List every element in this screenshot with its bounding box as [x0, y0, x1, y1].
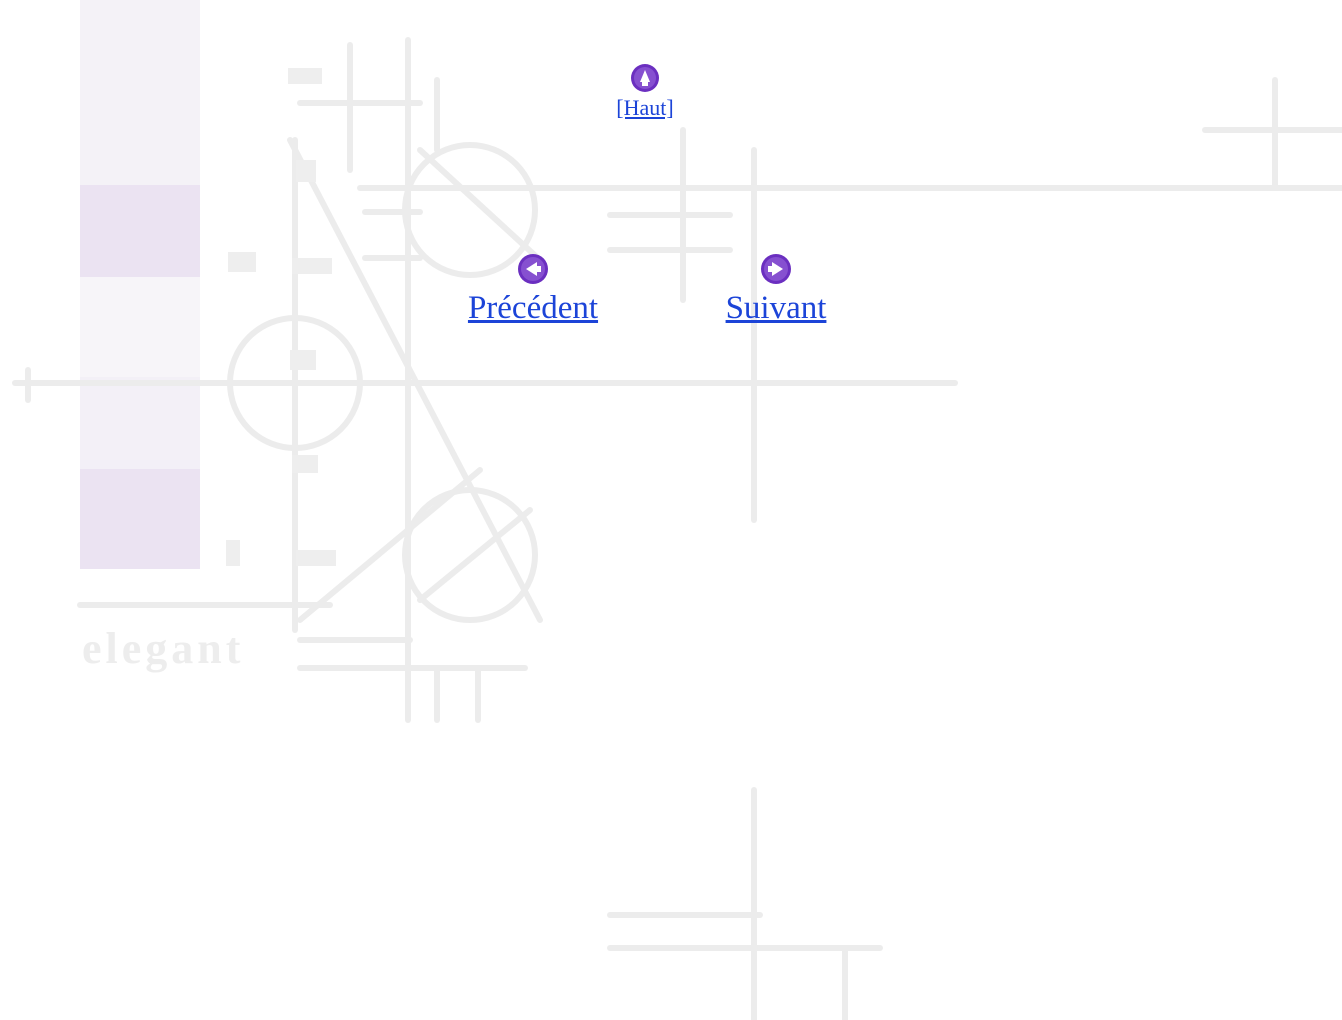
right-arrow-icon [761, 254, 791, 284]
previous-link[interactable]: Précédent [450, 252, 616, 325]
watermark-logo: elegant [82, 624, 244, 673]
next-link-label: Suivant [725, 290, 827, 326]
next-link[interactable]: Suivant [706, 252, 846, 325]
previous-link-label: Précédent [467, 290, 599, 326]
up-arrow-icon [631, 64, 659, 92]
page: elegant [Haut] Précédent Suivant [0, 0, 1342, 1020]
left-arrow-icon [518, 254, 548, 284]
top-link[interactable]: [Haut] [605, 62, 685, 119]
top-link-label: [Haut] [616, 95, 674, 120]
background-watermark: elegant [12, 0, 1342, 1020]
